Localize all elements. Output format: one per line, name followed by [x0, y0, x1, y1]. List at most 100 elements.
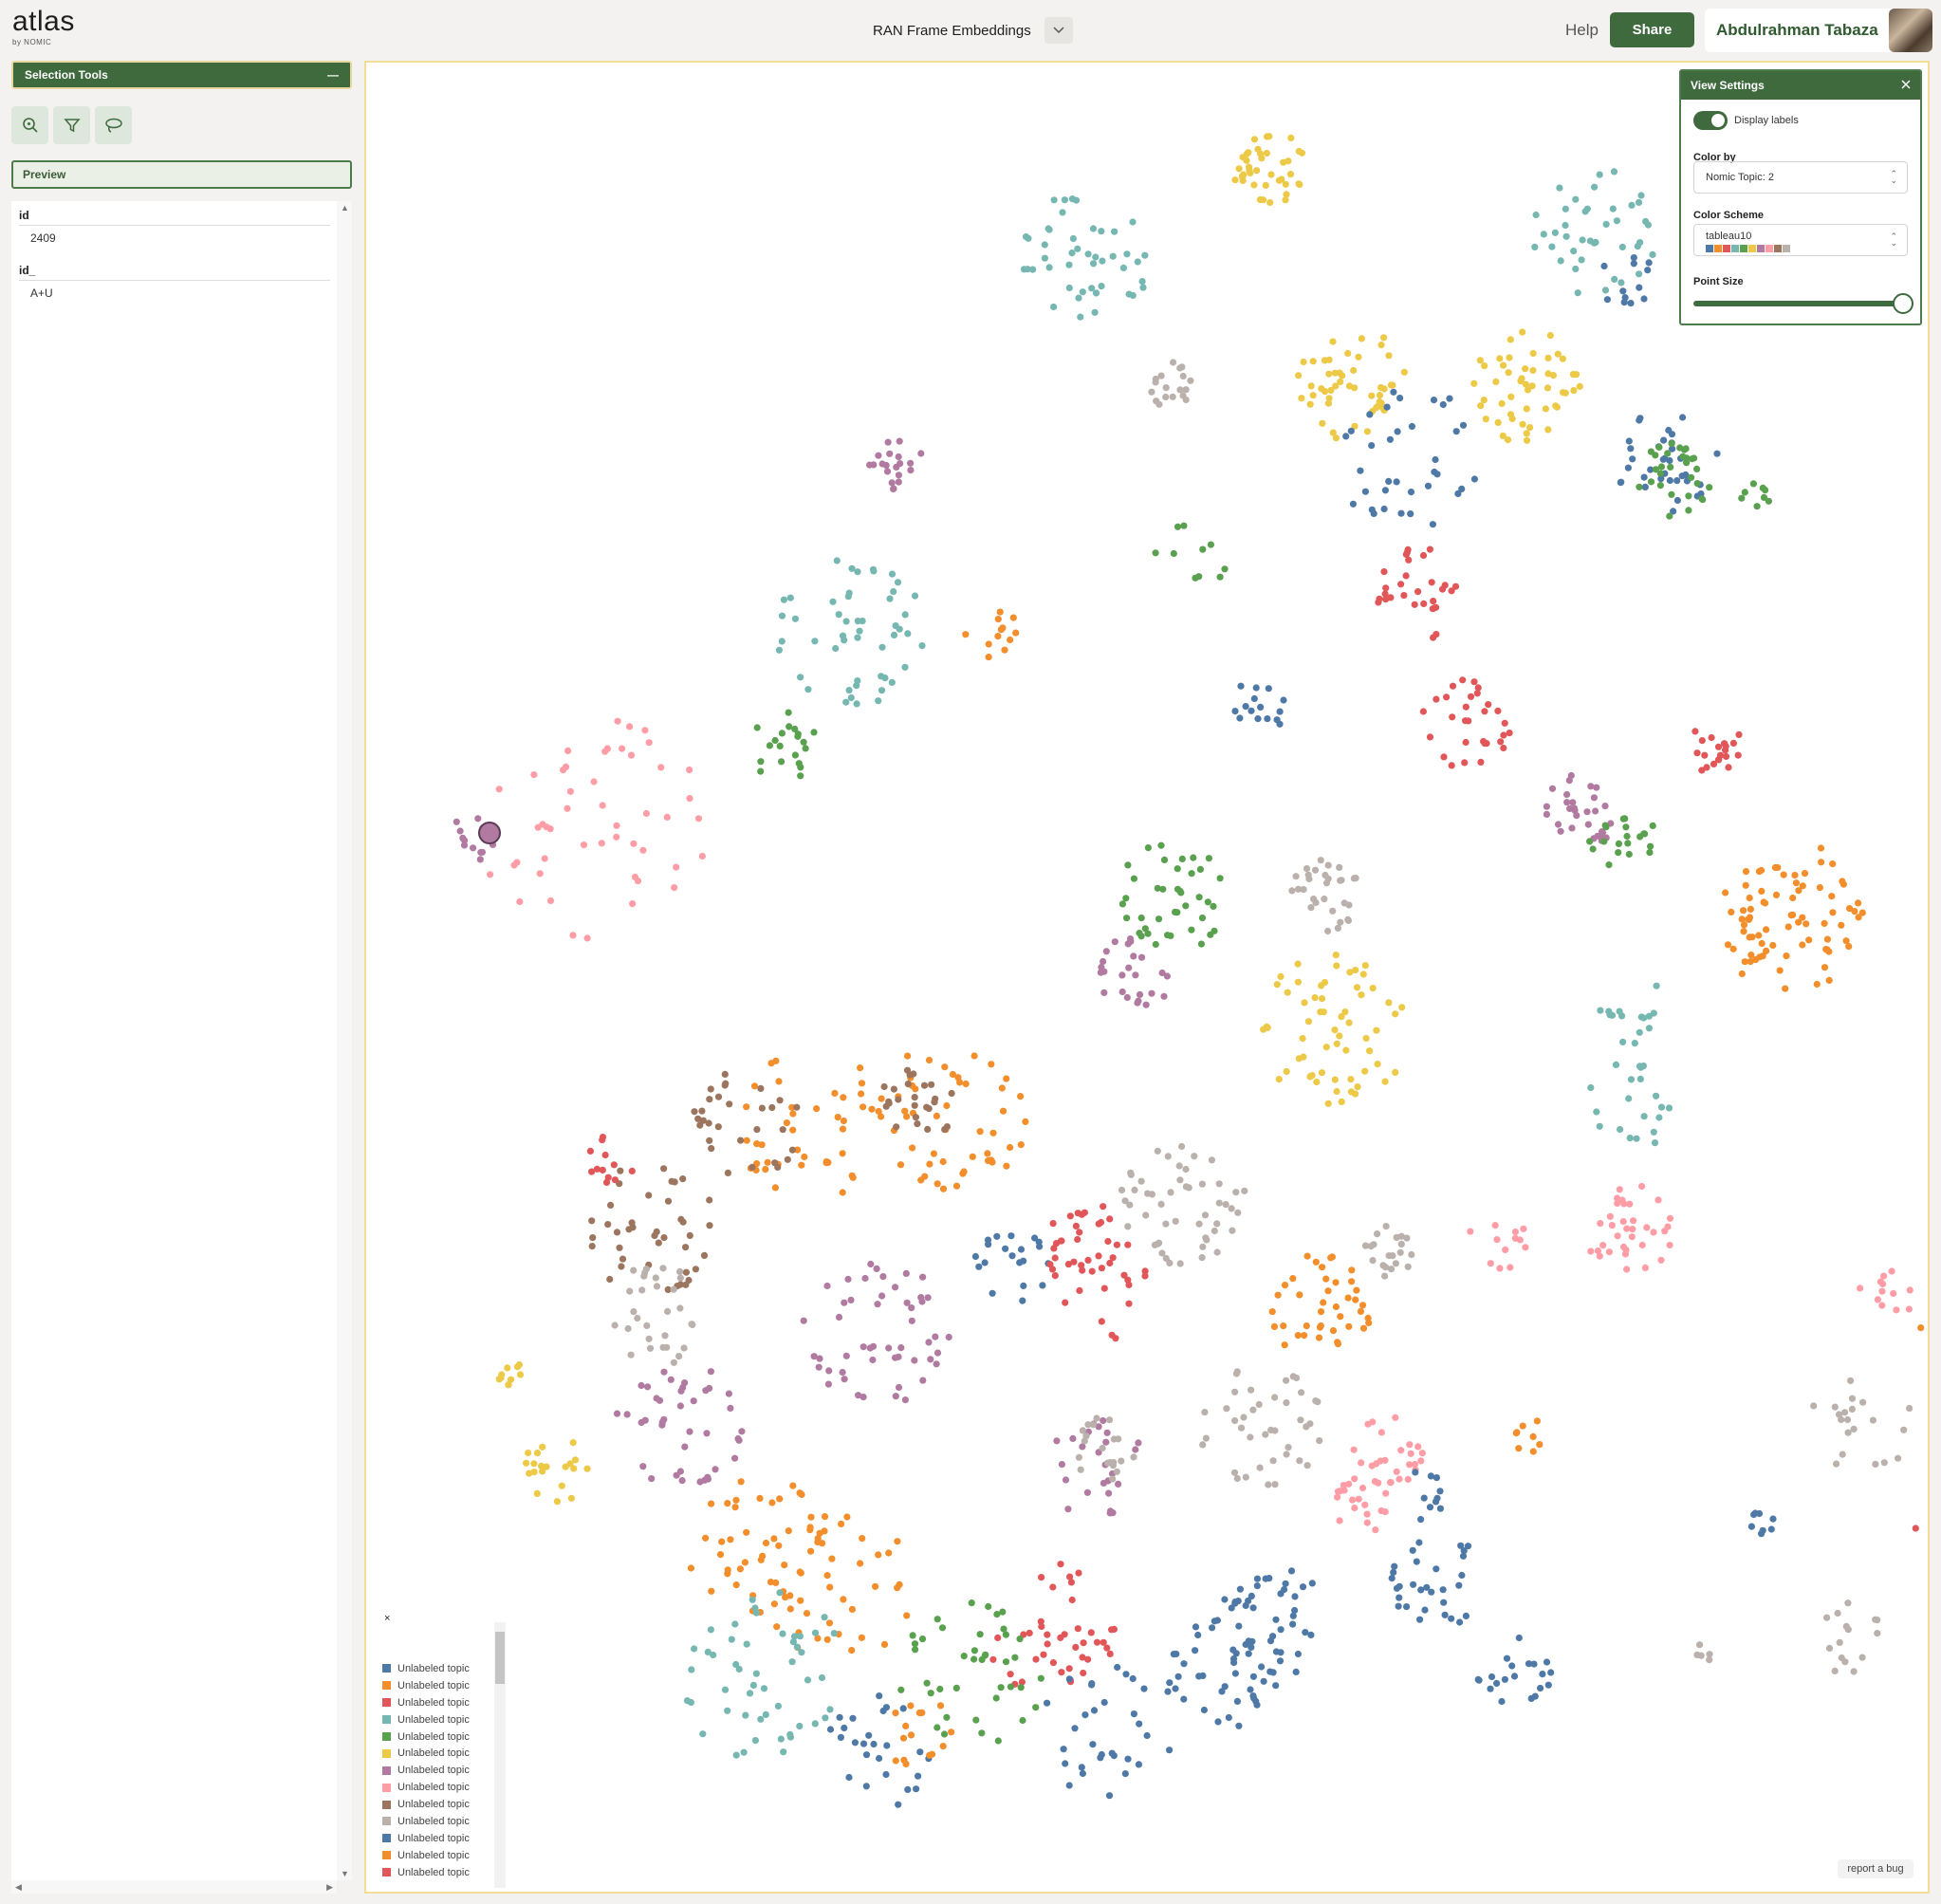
data-point[interactable] — [1655, 1114, 1663, 1121]
data-point[interactable] — [1724, 941, 1732, 949]
data-point[interactable] — [1396, 1594, 1403, 1601]
data-point[interactable] — [1148, 989, 1155, 997]
data-point[interactable] — [1074, 1210, 1081, 1217]
data-point[interactable] — [1846, 905, 1854, 913]
data-point[interactable] — [1050, 196, 1058, 204]
data-point[interactable] — [1079, 288, 1086, 296]
data-point[interactable] — [1288, 887, 1296, 895]
data-point[interactable] — [1746, 894, 1753, 902]
data-point[interactable] — [851, 1739, 859, 1747]
data-point[interactable] — [1172, 908, 1179, 916]
data-point[interactable] — [1385, 999, 1393, 1007]
data-point[interactable] — [1081, 1209, 1088, 1216]
data-point[interactable] — [1367, 1243, 1375, 1250]
data-point[interactable] — [1573, 371, 1581, 379]
data-point[interactable] — [911, 1357, 918, 1364]
data-point[interactable] — [1044, 1640, 1051, 1648]
data-point[interactable] — [721, 1070, 729, 1078]
data-point[interactable] — [660, 1368, 668, 1376]
data-point[interactable] — [829, 598, 837, 605]
data-point[interactable] — [1878, 1287, 1886, 1295]
data-point[interactable] — [1462, 738, 1470, 747]
data-point[interactable] — [1137, 1177, 1145, 1185]
data-point[interactable] — [1017, 1141, 1025, 1149]
data-point[interactable] — [1645, 1012, 1653, 1020]
data-point[interactable] — [1192, 1647, 1199, 1654]
data-point[interactable] — [599, 1166, 606, 1174]
data-point[interactable] — [1496, 1265, 1504, 1272]
data-point[interactable] — [899, 1705, 907, 1712]
data-point[interactable] — [741, 1559, 749, 1566]
data-point[interactable] — [1080, 1639, 1087, 1647]
data-point[interactable] — [1544, 426, 1552, 434]
data-point[interactable] — [842, 698, 850, 706]
data-point[interactable] — [1385, 352, 1393, 360]
data-point[interactable] — [1285, 157, 1292, 165]
data-point[interactable] — [1467, 1228, 1474, 1235]
data-point[interactable] — [1301, 1332, 1308, 1340]
data-point[interactable] — [1615, 849, 1622, 857]
data-point[interactable] — [1269, 1633, 1277, 1640]
data-point[interactable] — [1449, 682, 1457, 690]
data-point[interactable] — [1203, 1236, 1211, 1244]
point-size-slider[interactable] — [1693, 301, 1900, 306]
data-point[interactable] — [1359, 1484, 1367, 1492]
data-point[interactable] — [1906, 1404, 1913, 1413]
data-point[interactable] — [1841, 1409, 1849, 1416]
data-point[interactable] — [835, 1313, 843, 1322]
data-point[interactable] — [1243, 157, 1250, 164]
data-point[interactable] — [934, 1724, 941, 1731]
data-point[interactable] — [1562, 205, 1569, 213]
data-point[interactable] — [1007, 636, 1014, 644]
data-point[interactable] — [1070, 1258, 1078, 1266]
data-point[interactable] — [762, 1710, 769, 1718]
data-point[interactable] — [1083, 1488, 1091, 1496]
data-point[interactable] — [785, 1527, 792, 1535]
data-point[interactable] — [1543, 803, 1550, 810]
data-point[interactable] — [1318, 995, 1326, 1003]
data-point[interactable] — [1262, 181, 1269, 189]
data-point[interactable] — [1498, 1697, 1506, 1706]
data-point[interactable] — [1334, 1493, 1341, 1501]
data-point[interactable] — [1529, 1448, 1537, 1455]
data-point[interactable] — [1305, 875, 1313, 883]
data-point[interactable] — [1584, 821, 1592, 828]
data-point[interactable] — [811, 638, 819, 645]
data-point[interactable] — [1026, 1629, 1033, 1636]
legend-item[interactable]: Unlabeled topic — [382, 1847, 470, 1864]
data-point[interactable] — [895, 453, 902, 461]
data-point[interactable] — [948, 1728, 955, 1736]
data-point[interactable] — [1135, 1761, 1142, 1768]
data-point[interactable] — [1044, 1631, 1051, 1638]
data-point[interactable] — [1597, 1220, 1604, 1228]
data-point[interactable] — [1481, 362, 1488, 370]
data-point[interactable] — [1249, 1604, 1257, 1612]
data-point[interactable] — [474, 815, 482, 823]
data-point[interactable] — [1188, 926, 1195, 934]
scroll-right-icon[interactable]: ▶ — [326, 1882, 333, 1893]
data-point[interactable] — [1569, 799, 1577, 806]
data-point[interactable] — [845, 1773, 853, 1782]
data-point[interactable] — [699, 1117, 707, 1124]
data-point[interactable] — [1266, 1668, 1274, 1675]
data-point[interactable] — [797, 674, 804, 681]
data-point[interactable] — [1324, 861, 1332, 869]
data-point[interactable] — [1329, 429, 1337, 436]
data-point[interactable] — [653, 1283, 661, 1290]
data-point[interactable] — [816, 1355, 823, 1362]
data-point[interactable] — [1098, 1318, 1105, 1325]
data-point[interactable] — [1263, 133, 1271, 140]
data-point[interactable] — [813, 1105, 821, 1113]
data-point[interactable] — [1008, 1252, 1016, 1260]
data-point[interactable] — [788, 1146, 796, 1154]
data-point[interactable] — [874, 1301, 881, 1308]
data-point[interactable] — [893, 1123, 900, 1131]
data-point[interactable] — [1666, 512, 1673, 520]
data-point[interactable] — [1076, 1229, 1083, 1236]
data-point[interactable] — [894, 579, 902, 586]
data-point[interactable] — [1385, 477, 1393, 485]
data-point[interactable] — [1115, 1480, 1122, 1488]
data-point[interactable] — [1593, 1108, 1600, 1116]
data-point[interactable] — [1381, 487, 1389, 494]
data-point[interactable] — [1348, 1266, 1356, 1274]
